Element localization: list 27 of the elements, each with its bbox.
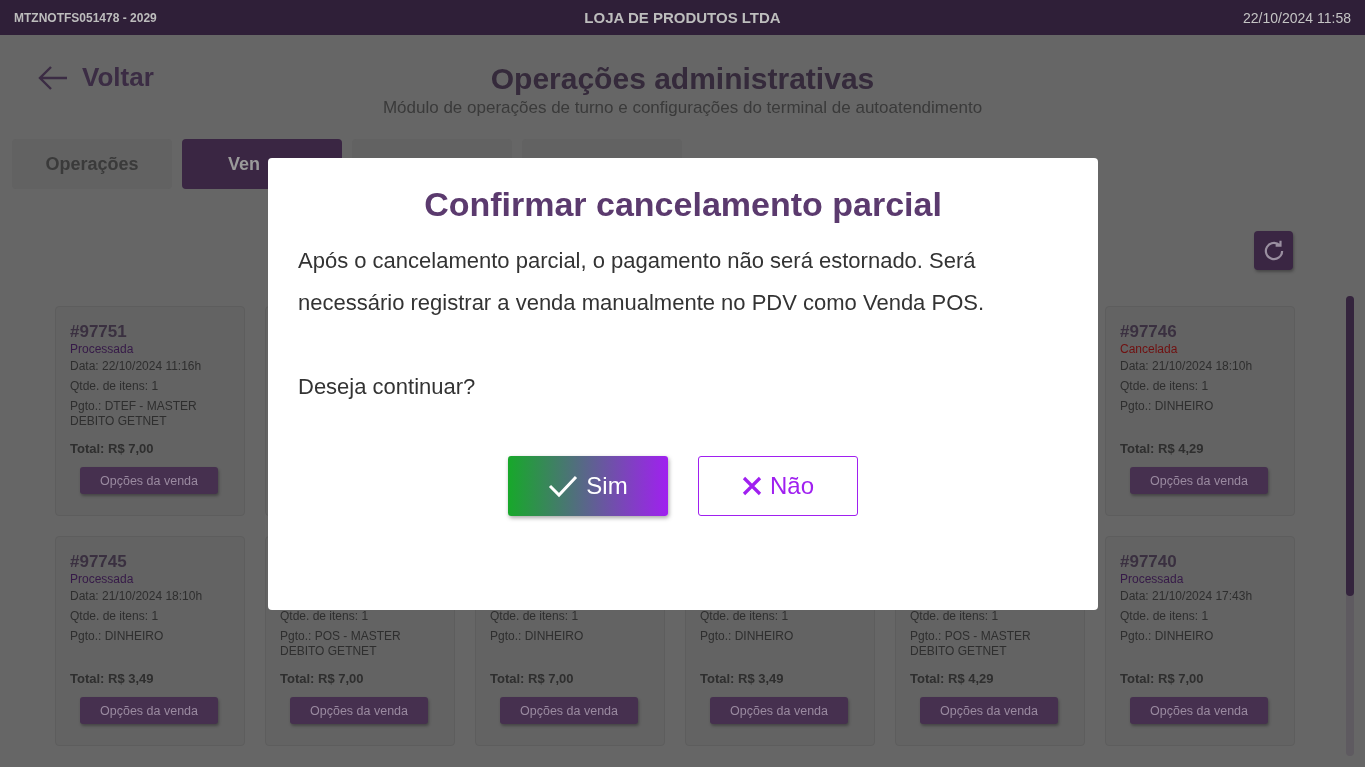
dialog-title: Confirmar cancelamento parcial bbox=[423, 184, 943, 224]
terminal-id: MTZNOTFS051478 - 2029 bbox=[14, 10, 158, 25]
sale-options-button[interactable]: Opções da venda bbox=[710, 697, 848, 724]
page-title: Operações administrativas bbox=[489, 62, 876, 96]
sale-status: Cancelada bbox=[1120, 342, 1178, 356]
sale-status: Processada bbox=[70, 572, 134, 586]
dialog-question: Deseja continuar? bbox=[298, 373, 477, 401]
scrollbar[interactable] bbox=[1346, 296, 1354, 756]
back-arrow-icon bbox=[38, 64, 68, 91]
sale-status: Processada bbox=[70, 342, 134, 356]
sale-options-button[interactable]: Opções da venda bbox=[1130, 697, 1268, 724]
refresh-button[interactable] bbox=[1254, 231, 1293, 270]
cancel-button[interactable]: Não bbox=[698, 456, 858, 516]
confirm-button[interactable]: Sim bbox=[508, 456, 668, 516]
sale-options-button[interactable]: Opções da venda bbox=[920, 697, 1058, 724]
sale-status: Processada bbox=[1120, 572, 1184, 586]
check-icon bbox=[548, 474, 579, 498]
sale-options-button[interactable]: Opções da venda bbox=[80, 467, 218, 494]
close-icon bbox=[742, 476, 762, 496]
back-link[interactable]: Voltar bbox=[38, 62, 154, 93]
sale-options-button[interactable]: Opções da venda bbox=[290, 697, 428, 724]
sale-options-button[interactable]: Opções da venda bbox=[80, 697, 218, 724]
store-name: LOJA DE PRODUTOS LTDA bbox=[584, 9, 781, 26]
date-time: 22/10/2024 11:58 bbox=[1242, 9, 1351, 26]
dialog-message: Após o cancelamento parcial, o pagamento não será estornado. Será necessário registrar a venda manualmente no PDV como Venda POS. bbox=[298, 247, 986, 317]
sale-options-button[interactable]: Opções da venda bbox=[1130, 467, 1268, 494]
sale-options-button[interactable]: Opções da venda bbox=[500, 697, 638, 724]
